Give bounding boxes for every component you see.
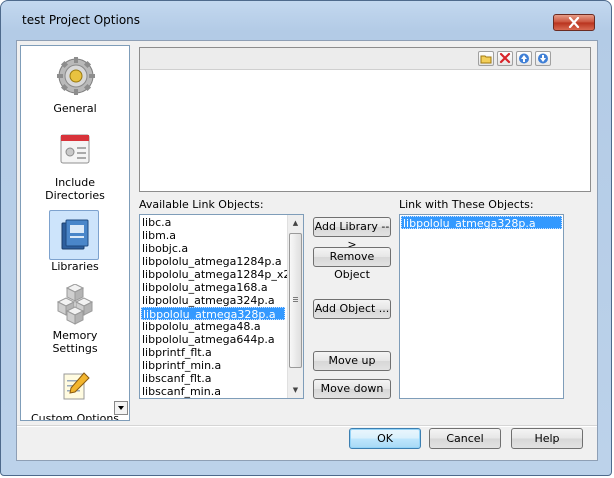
close-button[interactable] [553,14,595,31]
scrollbar-thumb[interactable] [289,233,302,368]
list-item[interactable]: libc.a [141,216,286,229]
sidebar-item-label: Include Directories [45,176,105,202]
arrow-down-icon [538,53,548,64]
help-button[interactable]: Help [511,428,583,449]
move-up-button[interactable]: Move up [313,351,391,371]
list-item[interactable]: libpololu_atmega1284p.a [141,255,286,268]
sidebar-item-label: Custom Options [30,412,120,421]
delete-button[interactable] [497,51,513,66]
list-item[interactable]: libpololu_atmega644p.a [141,333,286,346]
move-path-up-button[interactable] [516,51,532,66]
window-title: test Project Options [22,13,141,27]
memory-blocks-icon [56,284,94,325]
sidebar-item-label: Libraries [51,260,99,273]
linked-objects-list[interactable]: libpololu_atmega328p.a [399,214,564,399]
list-item[interactable]: libobjc.a [141,242,286,255]
folder-icon [480,55,492,64]
sidebar-scroll-down-button[interactable] [114,401,128,415]
dialog-client-area: General Include Directories Libraries Me… [16,40,598,461]
project-options-window: test Project Options General Include Dir… [0,0,612,476]
list-item[interactable]: libpololu_atmega328p.a [141,307,285,321]
arrow-up-icon [519,53,529,64]
library-paths-panel [139,47,591,192]
directory-icon [60,134,90,164]
list-item[interactable]: libprintf_min.a [141,359,286,372]
cancel-button[interactable]: Cancel [429,428,501,449]
remove-object-button[interactable]: Remove Object [313,247,391,281]
new-folder-button[interactable] [478,51,494,66]
available-objects-list[interactable]: libc.a libm.a libobjc.a libpololu_atmega128… [139,214,304,399]
chevron-down-icon [118,406,124,410]
add-library-button[interactable]: Add Library --> [313,217,391,251]
available-list-scrollbar[interactable]: ▲ ▼ [287,215,303,398]
linked-objects-label: Link with These Objects: [399,198,534,211]
list-item[interactable]: libpololu_atmega324p.a [141,294,286,307]
scroll-up-arrow-icon[interactable]: ▲ [288,215,303,231]
list-item[interactable]: libscanf_min.a [141,385,286,398]
move-path-down-button[interactable] [535,51,551,66]
list-item[interactable]: libprintf_flt.a [141,346,286,359]
move-down-button[interactable]: Move down [313,379,391,399]
options-sidebar: General Include Directories Libraries Me… [20,45,130,421]
list-item[interactable]: libpololu_atmega48.a [141,320,286,333]
list-item[interactable]: libscanf_flt.a [141,372,286,385]
list-item[interactable]: libpololu_atmega328p.a [401,216,562,230]
sidebar-item-label: Memory Settings [52,329,98,355]
list-item[interactable]: libpololu_atmega1284p_x2.a [141,268,301,281]
sidebar-item-label: General [53,102,97,115]
title-bar: test Project Options [1,1,611,35]
delete-icon [499,52,511,64]
notepad-pencil-icon [63,372,90,400]
panel-toolbar [140,48,590,70]
list-item[interactable]: libm.a [141,229,286,242]
available-objects-label: Available Link Objects: [139,198,264,211]
ok-button[interactable]: OK [349,428,421,449]
dialog-divider [17,425,597,427]
add-object-button[interactable]: Add Object ... [313,299,391,319]
libraries-icon [61,219,89,250]
list-item[interactable]: libpololu_atmega168.a [141,281,286,294]
gear-icon [57,57,95,95]
scroll-down-arrow-icon[interactable]: ▼ [288,382,303,398]
close-icon [568,17,580,28]
